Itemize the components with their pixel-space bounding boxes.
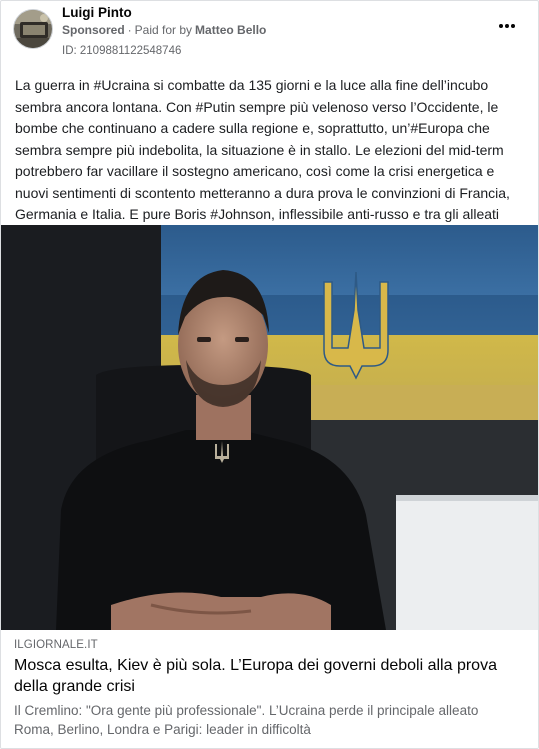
link-preview[interactable]: ILGIORNALE.IT Mosca esulta, Kiev è più s… (1, 630, 538, 748)
post-body-text: La guerra in #Ucraina si combatte da 135… (15, 77, 510, 222)
sponsored-label: Sponsored (62, 23, 125, 37)
page-avatar[interactable] (13, 9, 53, 49)
separator-dot: · (127, 23, 132, 37)
link-description: Il Cremlino: "Ora gente più professional… (14, 701, 527, 739)
link-description-line: Il Cremlino: "Ora gente più professional… (14, 703, 479, 718)
more-dot (505, 24, 509, 28)
more-horizontal-icon (498, 24, 503, 28)
ad-id: ID: 2109881122548746 (62, 45, 182, 57)
paid-for-prefix: Paid for by (134, 23, 193, 37)
hero-photo (1, 225, 538, 630)
post-meta: Luigi Pinto Sponsored · Paid for by Matt… (62, 4, 266, 67)
page-name[interactable]: Luigi Pinto (62, 4, 266, 21)
payer-name: Matteo Bello (195, 23, 267, 37)
link-description-line: Roma, Berlino, Londra e Parigi: leader i… (14, 722, 311, 737)
sponsor-line: Sponsored · Paid for by Matteo Bello (62, 22, 266, 39)
post-image[interactable] (1, 225, 538, 630)
avatar-image (14, 10, 52, 48)
post-header: Luigi Pinto Sponsored · Paid for by Matt… (1, 1, 538, 67)
link-headline[interactable]: Mosca esulta, Kiev è più sola. L’Europa … (14, 656, 527, 697)
more-options-button[interactable] (494, 13, 520, 39)
link-domain: ILGIORNALE.IT (14, 639, 98, 651)
ad-card: Luigi Pinto Sponsored · Paid for by Matt… (0, 0, 539, 749)
more-dot (511, 24, 516, 28)
